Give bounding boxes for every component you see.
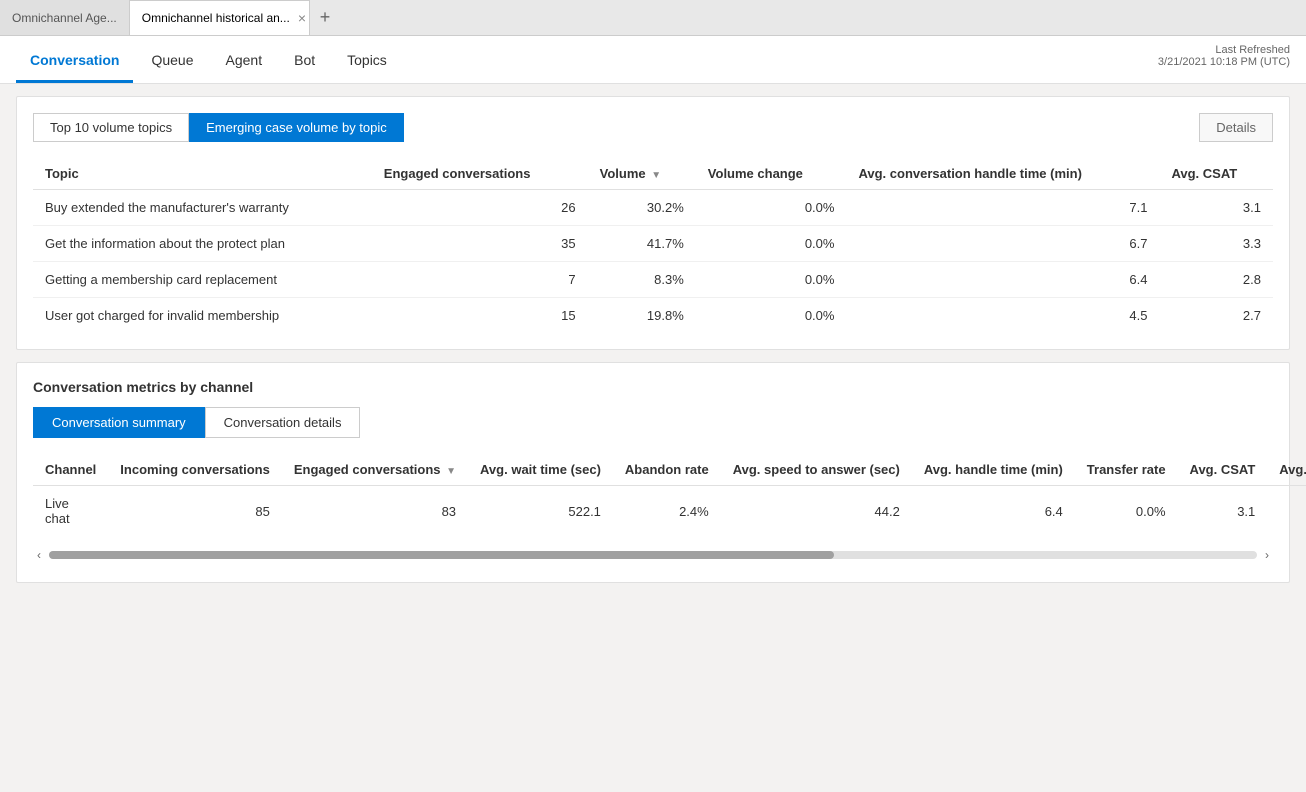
scroll-right-icon[interactable]: ›	[1261, 548, 1273, 562]
col-avg-csat-m: Avg. CSAT	[1178, 454, 1268, 486]
col-avg-speed: Avg. speed to answer (sec)	[721, 454, 912, 486]
nav-item-queue[interactable]: Queue	[137, 40, 207, 83]
sort-icon-engaged: ▼	[446, 466, 456, 477]
cell-engaged: 15	[372, 298, 588, 334]
cell-volume-change: 0.0%	[696, 262, 847, 298]
topic-tabs: Top 10 volume topics Emerging case volum…	[33, 113, 1273, 142]
cell-channel: Live chat	[33, 486, 108, 537]
col-channel: Channel	[33, 454, 108, 486]
tab-conversation-details[interactable]: Conversation details	[205, 407, 361, 438]
nav-item-agent[interactable]: Agent	[212, 40, 277, 83]
tab1-label: Omnichannel Age...	[12, 11, 117, 25]
scrollbar-track[interactable]	[49, 551, 1257, 559]
nav-item-conversation[interactable]: Conversation	[16, 40, 133, 83]
horizontal-scrollbar[interactable]: ‹ ›	[33, 544, 1273, 566]
cell-topic: User got charged for invalid membership	[33, 298, 372, 334]
cell-volume: 30.2%	[588, 190, 696, 226]
main-content: Top 10 volume topics Emerging case volum…	[0, 84, 1306, 792]
cell-volume: 8.3%	[588, 262, 696, 298]
nav-item-topics[interactable]: Topics	[333, 40, 401, 83]
cell-avg-csat: 3.1	[1178, 486, 1268, 537]
tab2-label: Omnichannel historical an...	[142, 11, 290, 25]
table-row: Buy extended the manufacturer's warranty…	[33, 190, 1273, 226]
cell-avg-handle: 6.4	[912, 486, 1075, 537]
col-volume: Volume ▼	[588, 158, 696, 190]
col-avg-wait: Avg. wait time (sec)	[468, 454, 613, 486]
cell-topic: Buy extended the manufacturer's warranty	[33, 190, 372, 226]
cell-volume-change: 0.0%	[696, 190, 847, 226]
cell-avg-speed: 44.2	[721, 486, 912, 537]
details-button[interactable]: Details	[1199, 113, 1273, 142]
cell-avg-wait: 522.1	[468, 486, 613, 537]
cell-volume-change: 0.0%	[696, 226, 847, 262]
col-avg-handle: Avg. conversation handle time (min)	[846, 158, 1159, 190]
cell-volume: 41.7%	[588, 226, 696, 262]
col-volume-change: Volume change	[696, 158, 847, 190]
metrics-section-title: Conversation metrics by channel	[33, 379, 1273, 395]
app-nav: Conversation Queue Agent Bot Topics Last…	[0, 36, 1306, 84]
table-row: Getting a membership card replacement 7 …	[33, 262, 1273, 298]
cell-engaged: 83	[282, 486, 468, 537]
cell-avg-handle: 6.7	[846, 226, 1159, 262]
metrics-card: Conversation metrics by channel Conversa…	[16, 362, 1290, 583]
col-engaged: Engaged conversations	[372, 158, 588, 190]
browser-tabs: Omnichannel Age... Omnichannel historica…	[0, 0, 1306, 36]
cell-avg-csat: 3.1	[1159, 190, 1273, 226]
cell-topic: Getting a membership card replacement	[33, 262, 372, 298]
cell-engaged: 35	[372, 226, 588, 262]
cell-engaged: 7	[372, 262, 588, 298]
col-incoming: Incoming conversations	[108, 454, 282, 486]
cell-incoming: 85	[108, 486, 282, 537]
scrollbar-thumb	[49, 551, 834, 559]
cell-engaged: 26	[372, 190, 588, 226]
cell-transfer-rate: 0.0%	[1075, 486, 1178, 537]
cell-avg-handle: 4.5	[846, 298, 1159, 334]
scroll-left-icon[interactable]: ‹	[33, 548, 45, 562]
cell-abandon-rate: 2.4%	[613, 486, 721, 537]
new-tab-button[interactable]: +	[310, 0, 341, 35]
nav-item-bot[interactable]: Bot	[280, 40, 329, 83]
cell-avg-handle: 7.1	[846, 190, 1159, 226]
cell-avg-csat: 3.3	[1159, 226, 1273, 262]
col-avg-csat: Avg. CSAT	[1159, 158, 1273, 190]
col-topic: Topic	[33, 158, 372, 190]
cell-avg-csat: 2.8	[1159, 262, 1273, 298]
topics-table: Topic Engaged conversations Volume ▼ Vol…	[33, 158, 1273, 333]
tab-conversation-summary[interactable]: Conversation summary	[33, 407, 205, 438]
cell-volume: 19.8%	[588, 298, 696, 334]
table-row: Get the information about the protect pl…	[33, 226, 1273, 262]
cell-avg-handle: 6.4	[846, 262, 1159, 298]
last-refreshed: Last Refreshed 3/21/2021 10:18 PM (UTC)	[1158, 44, 1290, 68]
col-transfer-rate: Transfer rate	[1075, 454, 1178, 486]
col-abandon-rate: Abandon rate	[613, 454, 721, 486]
browser-tab-1[interactable]: Omnichannel Age...	[0, 0, 130, 35]
cell-volume-change: 0.0%	[696, 298, 847, 334]
metrics-table: Channel Incoming conversations Engaged c…	[33, 454, 1306, 536]
table-row: User got charged for invalid membership …	[33, 298, 1273, 334]
topics-card: Top 10 volume topics Emerging case volum…	[16, 96, 1290, 350]
col-engaged: Engaged conversations ▼	[282, 454, 468, 486]
table-row: Live chat 85 83 522.1 2.4% 44.2 6.4 0.0%…	[33, 486, 1306, 537]
col-avg-handle: Avg. handle time (min)	[912, 454, 1075, 486]
cell-avg-survey	[1267, 486, 1306, 537]
summary-tabs: Conversation summary Conversation detail…	[33, 407, 1273, 438]
cell-topic: Get the information about the protect pl…	[33, 226, 372, 262]
sort-icon-volume: ▼	[651, 170, 661, 181]
browser-tab-2[interactable]: Omnichannel historical an... ×	[130, 0, 310, 35]
close-icon[interactable]: ×	[298, 10, 306, 26]
tab-emerging[interactable]: Emerging case volume by topic	[189, 113, 404, 142]
col-avg-survey: Avg. survey se	[1267, 454, 1306, 486]
cell-avg-csat: 2.7	[1159, 298, 1273, 334]
tab-top10[interactable]: Top 10 volume topics	[33, 113, 189, 142]
